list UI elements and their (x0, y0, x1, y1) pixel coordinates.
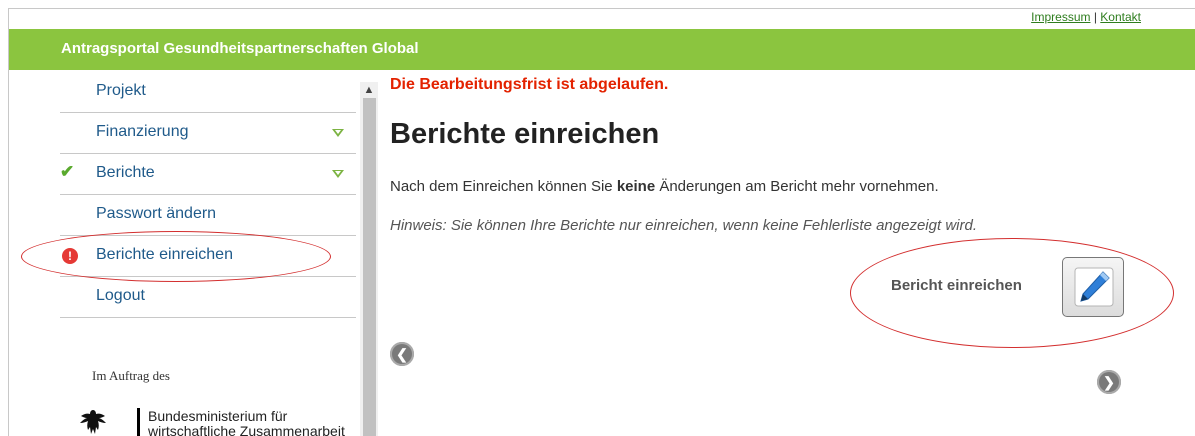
intro-text: Nach dem Einreichen können Sie keine Änd… (390, 178, 939, 195)
sidebar-item-passwort[interactable]: Passwort ändern (60, 195, 356, 236)
ministry-name: Bundesministerium für wirtschaftliche Zu… (148, 409, 345, 436)
header-banner: Antragsportal Gesundheitspartnerschaften… (9, 29, 1195, 70)
deadline-notice: Die Bearbeitungsfrist ist abgelaufen. (390, 76, 669, 93)
kontakt-link[interactable]: Kontakt (1100, 10, 1141, 24)
submit-report-label: Bericht einreichen (891, 277, 1022, 294)
top-links: Impressum | Kontakt (1031, 10, 1141, 24)
warning-icon: ! (62, 248, 78, 264)
sidebar-item-label: Berichte einreichen (96, 246, 233, 263)
expand-triangle-icon[interactable] (332, 170, 344, 178)
sidebar-item-finanzierung[interactable]: Finanzierung (60, 113, 356, 154)
portal-title: Antragsportal Gesundheitspartnerschaften… (61, 40, 419, 57)
sidebar-nav: Projekt Finanzierung ✔ Berichte Passwort… (60, 72, 356, 318)
intro-text-bold: keine (616, 178, 656, 195)
sidebar-item-berichte-einreichen[interactable]: ! Berichte einreichen (60, 236, 356, 277)
intro-text-start: Nach dem Einreichen können Sie (390, 178, 617, 195)
submit-report-button[interactable] (1062, 257, 1124, 317)
sidebar-item-projekt[interactable]: Projekt (60, 72, 356, 113)
link-separator: | (1093, 10, 1097, 24)
sponsor-text: Im Auftrag des (92, 368, 170, 383)
sidebar-item-label: Logout (96, 287, 145, 304)
ministry-line-1: Bundesministerium für (148, 408, 288, 424)
sidebar-item-label: Projekt (96, 82, 146, 99)
scroll-up-icon[interactable]: ▲ (360, 82, 378, 98)
arrow-right-icon[interactable]: ❯ (1097, 370, 1121, 394)
sidebar-item-berichte[interactable]: ✔ Berichte (60, 154, 356, 195)
hint-text: Hinweis: Sie können Ihre Berichte nur ei… (390, 217, 977, 234)
expand-triangle-icon[interactable] (332, 129, 344, 137)
ministry-logo: Bundesministerium für wirtschaftliche Zu… (78, 404, 368, 436)
pencil-icon (1074, 267, 1114, 307)
arrow-left-icon[interactable]: ❮ (390, 342, 414, 366)
intro-text-end: Änderungen am Bericht mehr vornehmen. (655, 178, 939, 195)
logo-divider (137, 408, 140, 436)
scroll-thumb[interactable] (363, 98, 376, 436)
ministry-line-2: wirtschaftliche Zusammenarbeit (148, 423, 345, 436)
sidebar-item-label: Finanzierung (96, 123, 189, 140)
federal-eagle-icon (80, 410, 106, 434)
sidebar-scrollbar[interactable]: ▲ (360, 82, 378, 436)
sidebar-item-logout[interactable]: Logout (60, 277, 356, 318)
impressum-link[interactable]: Impressum (1031, 10, 1090, 24)
sidebar-item-label: Berichte (96, 164, 155, 181)
check-icon: ✔ (60, 162, 75, 181)
sidebar-item-label: Passwort ändern (96, 205, 217, 222)
page-title: Berichte einreichen (390, 118, 660, 150)
